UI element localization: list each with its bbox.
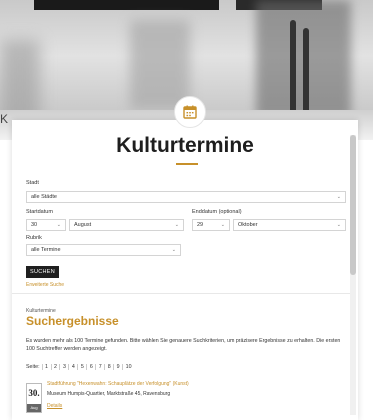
page-link[interactable]: 1 — [41, 364, 51, 370]
background-shape — [130, 20, 190, 110]
results-info: Es wurden mehr als 100 Termine gefunden.… — [26, 338, 341, 352]
rubrik-select-value: alle Termine — [31, 247, 61, 253]
start-month-value: August — [74, 222, 92, 228]
section-divider — [12, 293, 350, 294]
background-letter: K — [0, 112, 9, 126]
chevron-down-icon: ⌄ — [336, 194, 341, 200]
page-link[interactable]: 5 — [77, 364, 86, 370]
page-link[interactable]: 6 — [86, 364, 95, 370]
chevron-down-icon: ⌄ — [171, 247, 176, 253]
start-day-select[interactable]: 30 ⌄ — [26, 219, 66, 231]
end-day-select[interactable]: 29 ⌄ — [192, 219, 230, 231]
search-button[interactable]: SUCHEN — [26, 266, 59, 278]
pagination: Seite: 1 2 3 4 5 6 7 8 9 10 — [26, 364, 134, 370]
end-month-value: Oktober — [238, 222, 258, 228]
event-date-badge: 30. Aug — [26, 383, 42, 413]
chevron-down-icon: ⌄ — [56, 222, 61, 228]
event-location: Museum Humpis-Quartier, Marktstraße 45, … — [47, 391, 171, 397]
kulturtermine-modal — [12, 120, 358, 420]
pagination-label: Seite: — [26, 364, 40, 370]
results-title: Suchergebnisse — [26, 314, 119, 328]
event-month: Aug — [27, 404, 41, 412]
stadt-select[interactable]: alle Städte ⌄ — [26, 191, 346, 203]
page-link[interactable]: 3 — [59, 364, 68, 370]
page-link[interactable]: 10 — [122, 364, 134, 370]
page-link[interactable]: 7 — [95, 364, 104, 370]
stadt-select-value: alle Städte — [31, 194, 57, 200]
extended-search-link[interactable]: Erweiterte Suche — [26, 282, 64, 288]
event-details-link[interactable]: Details — [47, 403, 62, 409]
chevron-down-icon: ⌄ — [220, 222, 225, 228]
title-underline — [176, 163, 198, 165]
page-link[interactable]: 8 — [104, 364, 113, 370]
stadt-label: Stadt — [26, 180, 39, 186]
calendar-badge — [174, 96, 206, 128]
startdatum-label: Startdatum — [26, 209, 53, 215]
modal-scrollbar[interactable] — [350, 135, 356, 415]
background-shape — [290, 20, 296, 120]
page-link[interactable]: 2 — [50, 364, 60, 370]
enddatum-label: Enddatum (optional) — [192, 209, 242, 215]
start-day-value: 30 — [31, 222, 38, 228]
event-day: 30. — [28, 388, 40, 398]
background-shape — [34, 0, 219, 10]
chevron-down-icon: ⌄ — [174, 222, 179, 228]
end-month-select[interactable]: Oktober ⌄ — [233, 219, 346, 231]
event-title-link[interactable]: Stadtführung "Hexenwahn: Schauplätze der… — [47, 381, 189, 387]
rubrik-select[interactable]: alle Termine ⌄ — [26, 244, 181, 256]
page-link[interactable]: 4 — [68, 364, 77, 370]
page-link[interactable]: 9 — [113, 364, 122, 370]
calendar-icon — [183, 105, 197, 119]
chevron-down-icon: ⌄ — [336, 222, 341, 228]
page-title: Kulturtermine — [116, 134, 254, 157]
end-day-value: 29 — [197, 222, 204, 228]
start-month-select[interactable]: August ⌄ — [69, 219, 184, 231]
rubrik-label: Rubrik — [26, 235, 42, 241]
background-shape — [303, 28, 309, 120]
